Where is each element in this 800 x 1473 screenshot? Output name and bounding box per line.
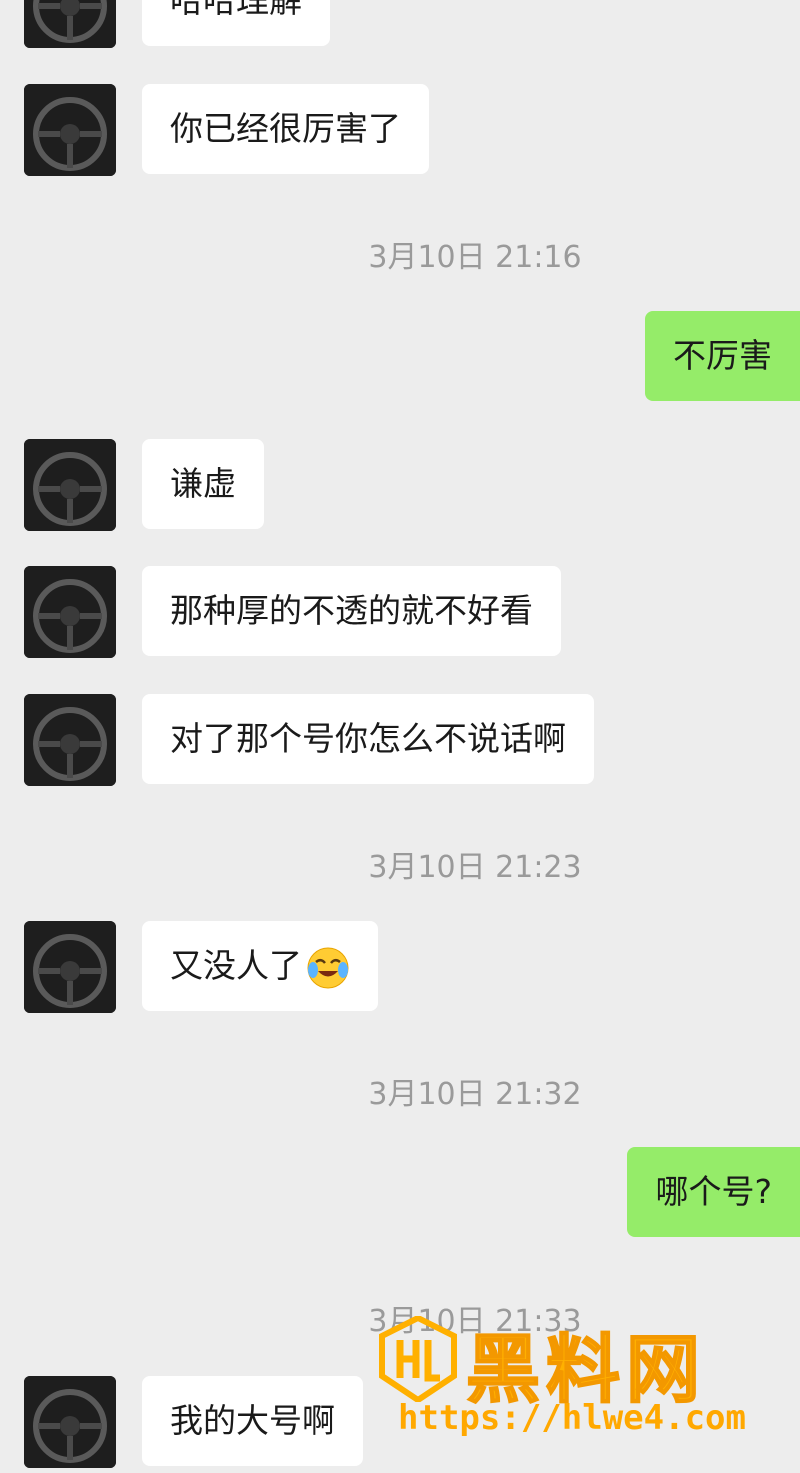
message-bubble[interactable]: 那种厚的不透的就不好看	[142, 566, 561, 656]
steering-wheel-avatar-icon	[24, 566, 116, 658]
message-bubble[interactable]: 哈哈理解	[142, 0, 330, 46]
hl-shield-logo-icon	[379, 1316, 457, 1402]
avatar[interactable]	[24, 1376, 116, 1468]
steering-wheel-avatar-icon	[24, 694, 116, 786]
watermark: 黑料网 https://hlwe4.com	[378, 1310, 778, 1450]
steering-wheel-avatar-icon	[24, 921, 116, 1013]
timestamp: 3月10日 21:16	[368, 240, 582, 275]
avatar[interactable]	[24, 921, 116, 1013]
timestamp: 3月10日 21:23	[368, 850, 582, 885]
message-text: 又没人了	[170, 946, 302, 985]
avatar[interactable]	[24, 694, 116, 786]
avatar[interactable]	[24, 566, 116, 658]
steering-wheel-avatar-icon	[24, 84, 116, 176]
avatar[interactable]	[24, 84, 116, 176]
timestamp: 3月10日 21:32	[368, 1077, 582, 1112]
steering-wheel-avatar-icon	[24, 1376, 116, 1468]
watermark-url: https://hlwe4.com	[398, 1398, 746, 1438]
message-bubble[interactable]: 谦虚	[142, 439, 264, 529]
message-bubble-self[interactable]: 不厉害	[645, 311, 800, 401]
steering-wheel-avatar-icon	[24, 439, 116, 531]
message-bubble[interactable]: 对了那个号你怎么不说话啊	[142, 694, 594, 784]
message-bubble[interactable]: 你已经很厉害了	[142, 84, 429, 174]
message-bubble[interactable]: 我的大号啊	[142, 1376, 363, 1466]
message-bubble-self[interactable]: 哪个号?	[627, 1147, 800, 1237]
avatar[interactable]	[24, 439, 116, 531]
crying-laughing-emoji-icon	[307, 947, 349, 988]
avatar[interactable]	[24, 0, 116, 48]
steering-wheel-avatar-icon	[24, 0, 116, 48]
message-bubble[interactable]: 又没人了	[142, 921, 378, 1011]
